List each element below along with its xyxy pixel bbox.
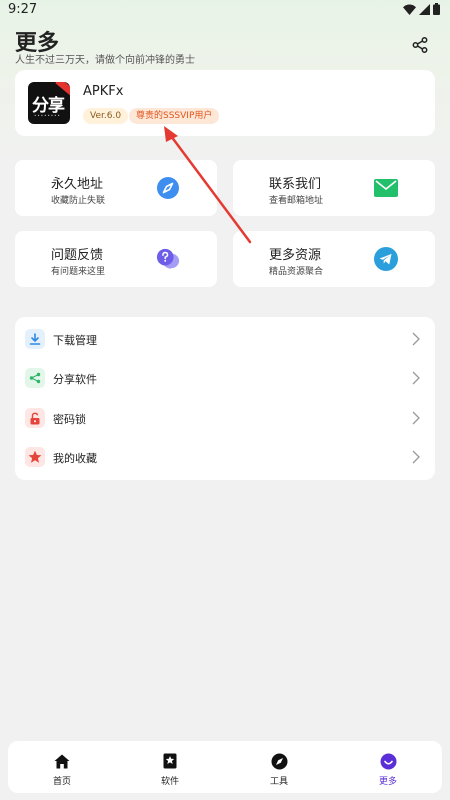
chevron-right-icon <box>412 371 420 385</box>
nav-label: 软件 <box>160 777 179 787</box>
tile-title: 联系我们 <box>269 177 322 192</box>
profile-card[interactable]: 分享 •••••••• APKFx Ver.6.0 尊贵的SSSVIP用户 <box>15 70 435 136</box>
smile-icon <box>379 752 397 770</box>
share-icon <box>412 37 428 53</box>
question-chat-icon <box>156 247 180 271</box>
menu-item-favorites[interactable]: 我的收藏 <box>15 438 435 476</box>
download-icon <box>25 329 45 349</box>
tile-subtitle: 查看邮箱地址 <box>269 196 324 206</box>
menu-item-label: 密码锁 <box>53 413 86 426</box>
wifi-icon <box>403 4 416 15</box>
page-subtitle: 人生不过三万天，请做个向前冲锋的勇士 <box>15 55 195 66</box>
menu-item-share-app[interactable]: 分享软件 <box>15 359 435 397</box>
chevron-right-icon <box>412 332 420 346</box>
lock-icon <box>25 408 45 428</box>
tile-subtitle: 收藏防止失联 <box>51 196 106 206</box>
menu-item-download-manager[interactable]: 下载管理 <box>15 320 435 358</box>
nav-tab-home[interactable]: 首页 <box>8 741 116 793</box>
vip-badge: 尊贵的SSSVIP用户 <box>129 108 220 124</box>
tile-subtitle: 有问题来这里 <box>51 267 106 277</box>
bookmark-star-icon <box>161 752 179 770</box>
app-name: APKFx <box>83 84 124 99</box>
tile-title: 更多资源 <box>269 248 322 263</box>
battery-icon <box>433 3 440 15</box>
tile-title: 永久地址 <box>51 177 104 192</box>
status-icons <box>403 3 440 15</box>
menu-list: 下载管理 分享软件 密码锁 我的收藏 <box>15 317 435 480</box>
tile-permanent-address[interactable]: 永久地址 收藏防止失联 <box>15 160 217 216</box>
share-icon <box>25 368 45 388</box>
menu-item-label: 下载管理 <box>53 334 97 347</box>
nav-tab-more[interactable]: 更多 <box>334 741 442 793</box>
version-badge: Ver.6.0 <box>83 108 129 124</box>
tile-more-resources[interactable]: 更多资源 精品资源聚合 <box>233 231 435 287</box>
nav-tab-tools[interactable]: 工具 <box>225 741 333 793</box>
bottom-nav: 首页 软件 工具 更多 <box>8 741 442 793</box>
telegram-icon <box>374 247 398 271</box>
chevron-right-icon <box>412 450 420 464</box>
tile-subtitle: 精品资源聚合 <box>269 267 324 277</box>
tile-title: 问题反馈 <box>51 248 104 263</box>
signal-icon <box>419 3 430 15</box>
chevron-right-icon <box>412 411 420 425</box>
status-bar: 9:27 <box>0 0 450 20</box>
share-button[interactable] <box>409 34 431 56</box>
nav-label: 更多 <box>378 777 397 787</box>
menu-item-label: 我的收藏 <box>53 452 97 465</box>
nav-tab-software[interactable]: 软件 <box>116 741 224 793</box>
status-time: 9:27 <box>8 2 38 17</box>
app-logo: 分享 •••••••• <box>28 82 70 124</box>
mail-icon <box>374 176 398 200</box>
menu-item-password-lock[interactable]: 密码锁 <box>15 399 435 437</box>
app-logo-decoration: •••••••• <box>34 113 61 118</box>
compass-icon <box>270 752 288 770</box>
tile-contact-us[interactable]: 联系我们 查看邮箱地址 <box>233 160 435 216</box>
compass-icon <box>156 176 180 200</box>
nav-label: 首页 <box>52 777 71 787</box>
nav-label: 工具 <box>269 777 288 787</box>
menu-item-label: 分享软件 <box>53 373 97 386</box>
home-icon <box>53 752 71 770</box>
star-icon <box>25 447 45 467</box>
tile-feedback[interactable]: 问题反馈 有问题来这里 <box>15 231 217 287</box>
